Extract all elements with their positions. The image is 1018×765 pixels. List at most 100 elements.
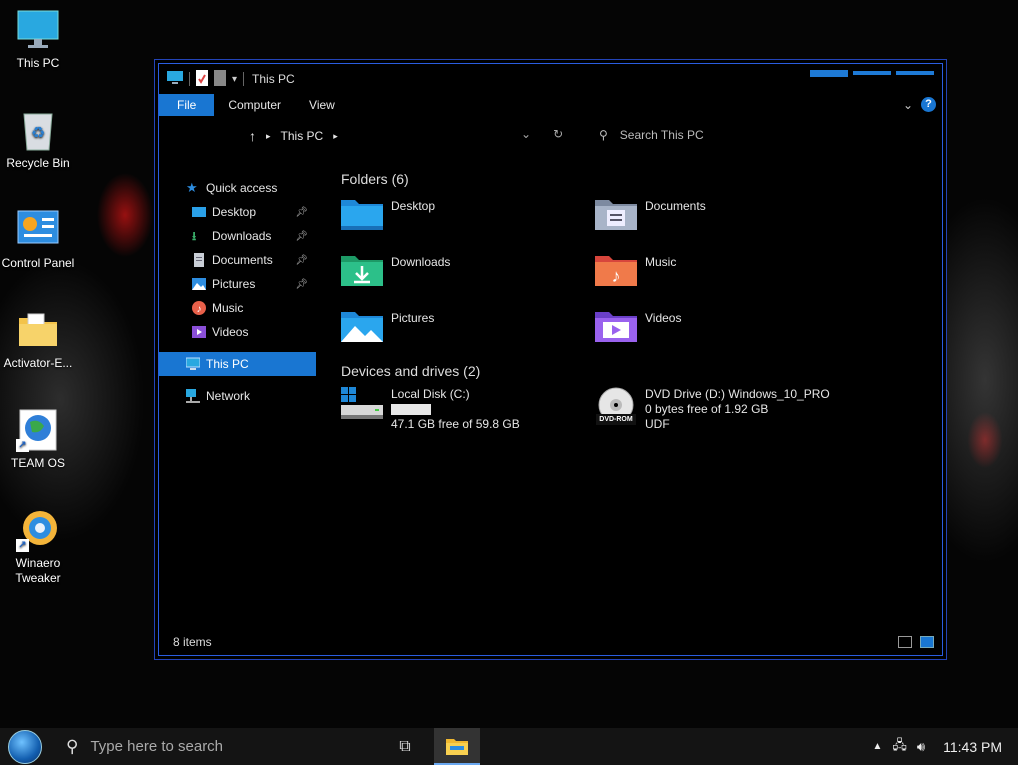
search-icon: ⚲ (66, 736, 79, 756)
drive-tile-c[interactable]: Local Disk (C:) 47.1 GB free of 59.8 GB (341, 382, 595, 432)
desktop-icon-label: Activator-E... (3, 356, 73, 370)
refresh-icon[interactable]: ↻ (553, 127, 563, 141)
ribbon-tabs: File Computer View ⌄ ? (159, 94, 942, 116)
nav-label: Quick access (206, 181, 278, 195)
nav-this-pc[interactable]: This PC (159, 352, 316, 376)
pin-icon[interactable]: 📌︎ (295, 231, 308, 242)
music-folder-icon: ♪ (595, 252, 637, 288)
pictures-icon (192, 277, 206, 291)
desktop-icon-label: This PC (16, 56, 60, 70)
winaero-shortcut-icon: ↗ (16, 508, 60, 552)
document-icon (192, 253, 206, 267)
folder-tile-downloads[interactable]: Downloads (341, 246, 595, 302)
folder-label: Downloads (391, 255, 451, 269)
desktop-icon-recycle-bin[interactable]: ♻ Recycle Bin (0, 108, 76, 171)
nav-network[interactable]: Network (159, 384, 316, 408)
pin-icon[interactable]: 📌︎ (295, 255, 308, 266)
nav-music[interactable]: ♪ Music (159, 296, 316, 320)
nav-downloads[interactable]: ⭳ Downloads 📌︎ (159, 224, 316, 248)
volume-icon[interactable]: 🔊︎ (917, 739, 925, 755)
show-hidden-icons-icon[interactable]: ▲ (873, 741, 883, 752)
desktop-icon-activator[interactable]: Activator-E... (0, 308, 76, 371)
search-placeholder: Search This PC (619, 128, 704, 142)
tab-view[interactable]: View (295, 94, 349, 116)
minimize-button[interactable] (810, 70, 848, 77)
taskbar-search-box[interactable]: ⚲ Type here to search (50, 737, 370, 757)
large-icons-view-button[interactable] (920, 636, 934, 648)
svg-text:♪: ♪ (612, 266, 621, 286)
taskbar-file-explorer[interactable] (434, 728, 480, 765)
properties-icon[interactable] (196, 69, 208, 89)
pin-icon[interactable]: 📌︎ (295, 279, 308, 290)
dvd-drive-icon: DVD-ROM (595, 387, 637, 427)
folder-tile-documents[interactable]: Documents (595, 190, 849, 246)
file-explorer-icon (446, 738, 468, 755)
folder-tile-pictures[interactable]: Pictures (341, 302, 595, 358)
customize-quick-access-icon[interactable]: ▾ (232, 74, 237, 85)
folder-tile-desktop[interactable]: Desktop (341, 190, 595, 246)
status-item-count: 8 items (173, 635, 212, 649)
folder-label: Documents (645, 199, 706, 213)
system-tray: ▲ 🖧︎ 🔊︎ 11:43 PM (873, 728, 1003, 765)
breadcrumb-chevron-icon[interactable]: ▸ (266, 131, 271, 142)
drive-usage-bar (391, 404, 431, 415)
pin-icon[interactable]: 📌︎ (295, 207, 308, 218)
maximize-button[interactable] (853, 71, 891, 75)
nav-videos[interactable]: Videos (159, 320, 316, 344)
drive-free-space: 47.1 GB free of 59.8 GB (391, 417, 520, 431)
chevron-down-icon[interactable]: ⌄ (903, 98, 913, 112)
drive-name: DVD Drive (D:) Windows_10_PRO (645, 387, 830, 401)
search-input[interactable]: ⚲ Search This PC (599, 128, 704, 142)
desktop-icon-team-os[interactable]: ↗ TEAM OS (0, 408, 76, 471)
start-button[interactable] (0, 728, 50, 765)
new-folder-icon[interactable] (214, 69, 226, 89)
nav-label: Downloads (212, 229, 272, 243)
navigation-pane: ★ Quick access Desktop 📌︎ ⭳ Downloads 📌︎… (159, 176, 316, 408)
nav-label: Desktop (212, 205, 257, 219)
tab-computer[interactable]: Computer (214, 94, 295, 116)
music-icon: ♪ (192, 301, 206, 315)
divider (243, 72, 245, 86)
desktop-icon-this-pc[interactable]: This PC (0, 8, 76, 71)
folders-header[interactable]: Folders (6) (341, 168, 931, 190)
nav-label: Videos (212, 325, 249, 339)
drives-header[interactable]: Devices and drives (2) (341, 360, 931, 382)
desktop-icon-winaero[interactable]: ↗ Winaero Tweaker (0, 508, 76, 586)
hard-drive-icon (341, 387, 383, 423)
history-dropdown-icon[interactable]: ⌄ (521, 127, 531, 141)
desktop-icon-label: TEAM OS (10, 456, 65, 470)
nav-documents[interactable]: Documents 📌︎ (159, 248, 316, 272)
up-arrow-icon[interactable]: ↑ (249, 128, 256, 144)
folder-label: Pictures (391, 311, 435, 325)
title-bar[interactable]: ▾ This PC (159, 64, 942, 94)
clock[interactable]: 11:43 PM (943, 739, 1002, 755)
task-view-icon[interactable]: ⧉ (390, 738, 420, 756)
nav-quick-access[interactable]: ★ Quick access (159, 176, 316, 200)
folder-tile-music[interactable]: ♪ Music (595, 246, 849, 302)
pictures-folder-icon (341, 308, 383, 344)
desktop-icon-control-panel[interactable]: Control Panel (0, 208, 76, 271)
folder-label: Videos (645, 311, 682, 325)
nav-desktop[interactable]: Desktop 📌︎ (159, 200, 316, 224)
close-button[interactable] (896, 71, 934, 75)
folder-tile-videos[interactable]: Videos (595, 302, 849, 358)
network-tray-icon[interactable]: 🖧︎ (892, 736, 907, 758)
control-panel-icon (16, 208, 60, 252)
details-view-button[interactable] (898, 636, 912, 648)
folder-label: Music (645, 255, 677, 269)
window-title: This PC (252, 72, 295, 86)
drive-file-system: UDF (645, 417, 670, 431)
monitor-icon (185, 357, 201, 371)
svg-text:♪: ♪ (197, 304, 202, 315)
help-icon[interactable]: ? (921, 97, 936, 112)
drive-tile-d[interactable]: DVD-ROM DVD Drive (D:) Windows_10_PRO 0 … (595, 382, 849, 432)
nav-pictures[interactable]: Pictures 📌︎ (159, 272, 316, 296)
desktop-folder-icon (192, 205, 206, 219)
file-explorer-window[interactable]: ▾ This PC File Computer View ⌄ ? ↑ ▸ Thi… (158, 63, 943, 656)
breadcrumb-chevron-icon[interactable]: ▸ (333, 131, 338, 142)
svg-text:♻: ♻ (31, 125, 45, 142)
breadcrumb-this-pc[interactable]: This PC (281, 129, 324, 143)
tab-file[interactable]: File (159, 94, 215, 116)
taskbar-search-placeholder: Type here to search (90, 738, 224, 755)
